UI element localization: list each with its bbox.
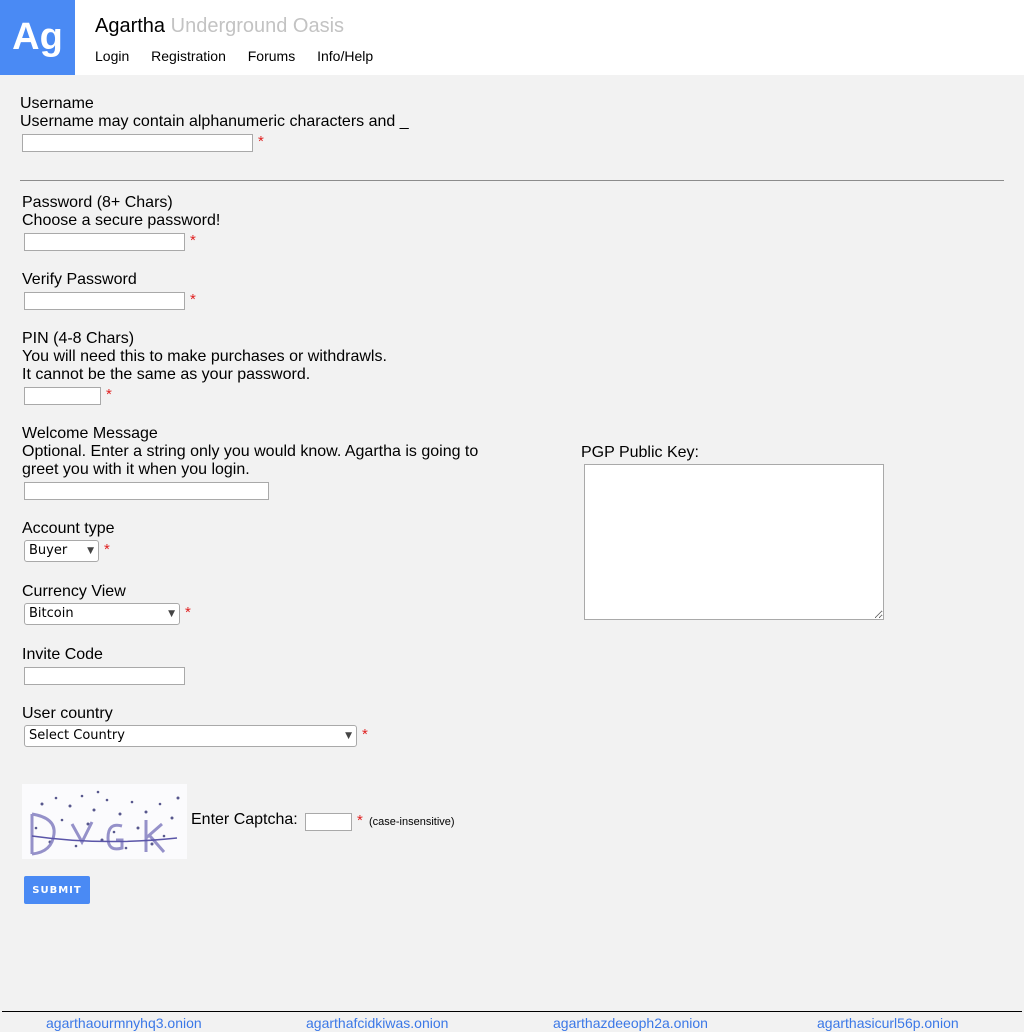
invite-code-input[interactable] <box>24 667 185 685</box>
pin-help: It cannot be the same as your password. <box>22 366 311 383</box>
footer-mirror-link[interactable]: agarthasicurl56p.onion <box>817 1015 959 1032</box>
welcome-message-label: Welcome Message <box>22 425 158 442</box>
captcha-note: (case-insensitive) <box>369 816 455 828</box>
username-help: Username may contain alphanumeric charac… <box>20 113 409 130</box>
nav-link-forums[interactable]: Forums <box>248 48 295 64</box>
required-marker: * <box>190 291 196 308</box>
nav-link-login[interactable]: Login <box>95 48 129 64</box>
pin-input[interactable] <box>24 387 101 405</box>
required-marker: * <box>190 232 196 249</box>
footer-mirror-link[interactable]: agarthazdeeoph2a.onion <box>553 1015 708 1032</box>
account-type-value: Buyer <box>29 543 68 558</box>
verify-password-input[interactable] <box>24 292 185 310</box>
site-logo[interactable]: Ag <box>0 0 75 75</box>
password-input[interactable] <box>24 233 185 251</box>
username-input[interactable] <box>22 134 253 152</box>
site-name: Agartha <box>95 15 166 37</box>
welcome-message-input[interactable] <box>24 482 269 500</box>
verify-password-label: Verify Password <box>22 271 137 288</box>
user-country-select[interactable]: Select Country ▼ <box>24 725 357 747</box>
chevron-down-icon: ▼ <box>345 731 352 741</box>
pgp-key-label: PGP Public Key: <box>581 444 699 461</box>
chevron-down-icon: ▼ <box>168 609 175 619</box>
footer-divider <box>2 1011 1022 1012</box>
main-nav: Login Registration Forums Info/Help <box>95 48 391 64</box>
required-marker: * <box>258 133 264 150</box>
invite-code-label: Invite Code <box>22 646 103 663</box>
nav-link-info-help[interactable]: Info/Help <box>317 48 373 64</box>
site-title: Agartha Underground Oasis <box>95 15 344 38</box>
user-country-label: User country <box>22 705 113 722</box>
chevron-down-icon: ▼ <box>87 546 94 556</box>
password-help: Choose a secure password! <box>22 212 221 229</box>
required-marker: * <box>362 726 368 743</box>
footer-mirror-link[interactable]: agarthafcidkiwas.onion <box>306 1015 448 1032</box>
currency-view-value: Bitcoin <box>29 606 74 621</box>
captcha-label: Enter Captcha: <box>191 811 298 828</box>
currency-view-select[interactable]: Bitcoin ▼ <box>24 603 180 625</box>
required-marker: * <box>185 604 191 621</box>
pin-help: You will need this to make purchases or … <box>22 348 387 365</box>
welcome-message-help: Optional. Enter a string only you would … <box>22 443 479 460</box>
submit-button[interactable]: SUBMIT <box>24 876 90 904</box>
welcome-message-help: greet you with it when you login. <box>22 461 250 478</box>
user-country-value: Select Country <box>29 728 125 743</box>
nav-link-registration[interactable]: Registration <box>151 48 226 64</box>
username-label: Username <box>20 95 94 112</box>
password-label: Password (8+ Chars) <box>22 194 173 211</box>
required-marker: * <box>357 812 363 829</box>
footer-mirror-link[interactable]: agarthaourmnyhq3.onion <box>46 1015 202 1032</box>
captcha-image <box>22 784 187 859</box>
site-header: Ag Agartha Underground Oasis Login Regis… <box>0 0 1024 75</box>
site-tagline: Underground Oasis <box>170 15 345 37</box>
pgp-key-textarea[interactable] <box>584 464 884 620</box>
required-marker: * <box>104 541 110 558</box>
pin-label: PIN (4-8 Chars) <box>22 330 135 347</box>
required-marker: * <box>106 386 112 403</box>
account-type-select[interactable]: Buyer ▼ <box>24 540 99 562</box>
section-divider <box>20 180 1004 181</box>
captcha-input[interactable] <box>305 813 352 831</box>
account-type-label: Account type <box>22 520 115 537</box>
currency-view-label: Currency View <box>22 583 126 600</box>
